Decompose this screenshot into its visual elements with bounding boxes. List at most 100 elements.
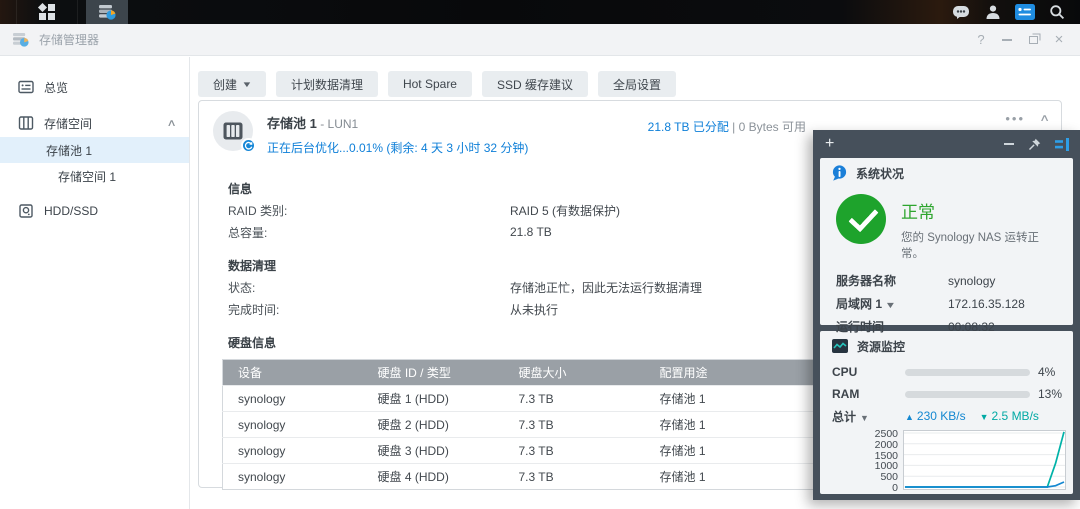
available-capacity: 0 Bytes 可用 [739, 120, 806, 134]
y-tick-label: 2500 [875, 429, 898, 439]
system-health-header[interactable]: 系统状况 [820, 158, 1073, 188]
health-message: 您的 Synology NAS 运转正常。 [901, 229, 1061, 261]
hot-spare-button[interactable]: Hot Spare [388, 71, 472, 97]
resource-monitor-header[interactable]: 资源监控 [820, 331, 1073, 361]
widgets-toggle-button[interactable] [1012, 0, 1038, 24]
column-header[interactable]: 设备 [223, 360, 363, 386]
taskbar-apps [0, 0, 128, 24]
sidebar-item-volume-1[interactable]: 存储空间 1 [0, 163, 189, 189]
pool-status-text: 正在后台优化...0.01% (剩余: 4 天 3 小时 32 分钟) [267, 139, 528, 156]
window-titlebar: 存储管理器 ? × [0, 24, 1080, 56]
upload-speed: ▲230 KB/s [905, 409, 966, 423]
taskbar [0, 0, 1080, 24]
sidebar-item-volumes[interactable]: 存储空间 ∧ [0, 109, 189, 137]
system-health-widget: 系统状况 正常 您的 Synology NAS 运转正常。 服务器名称 syno… [820, 158, 1073, 325]
global-settings-button[interactable]: 全局设置 [598, 71, 676, 97]
taskbar-tray [948, 0, 1080, 24]
volume-icon [18, 115, 34, 131]
chevron-up-icon[interactable]: ∧ [166, 118, 176, 129]
sidebar-item-storage-pool-1[interactable]: 存储池 1 [0, 137, 189, 163]
ram-percent: 13% [1038, 387, 1062, 401]
widgets-panel-icon [1015, 4, 1035, 20]
maximize-icon [1029, 36, 1038, 44]
sidebar-item-label: 存储空间 1 [58, 168, 116, 185]
y-tick-label: 1000 [875, 461, 898, 471]
cpu-meter-row: CPU 4% [820, 361, 1073, 383]
help-button[interactable]: ? [970, 30, 992, 50]
sidebar-item-label: HDD/SSD [44, 204, 98, 218]
close-button[interactable]: × [1048, 30, 1070, 50]
pool-title-block: 存储池 1 - LUN1 正在后台优化...0.01% (剩余: 4 天 3 小… [267, 111, 528, 163]
column-header[interactable]: 硬盘大小 [504, 360, 645, 386]
add-widget-button[interactable]: + [825, 136, 834, 152]
pool-capacity-summary: 21.8 TB 已分配 | 0 Bytes 可用 [648, 118, 806, 135]
widget-title: 资源监控 [857, 338, 905, 355]
minimize-icon [1004, 143, 1014, 145]
widget-minimize-button[interactable] [1004, 143, 1014, 145]
cpu-percent: 4% [1038, 365, 1055, 379]
pushpin-icon [1028, 138, 1041, 151]
toolbar: 创建 ▼ 计划数据清理 Hot Spare SSD 缓存建议 全局设置 [198, 71, 676, 97]
pin-panel-button[interactable] [1028, 138, 1041, 151]
y-tick-label: 2000 [875, 440, 898, 450]
window-controls: ? × [970, 30, 1070, 50]
chevron-down-icon: ▼ [885, 300, 897, 310]
health-row-server-name: 服务器名称 synology [820, 269, 1073, 292]
disk-icon [18, 203, 34, 219]
dock-right-icon [1055, 138, 1070, 151]
info-pin-icon [832, 165, 847, 182]
download-speed: ▼2.5 MB/s [980, 409, 1039, 423]
sidebar-item-label: 存储空间 [44, 115, 92, 132]
monitor-graph-icon [832, 339, 848, 353]
storage-manager-icon [98, 4, 116, 20]
dock-panel-button[interactable] [1055, 138, 1070, 151]
minimize-button[interactable] [996, 30, 1018, 50]
sync-badge-icon [241, 138, 256, 153]
storage-pool-icon [213, 111, 253, 151]
sidebar-item-label: 总览 [44, 79, 68, 96]
y-tick-label: 500 [880, 472, 898, 482]
column-header[interactable]: 硬盘 ID / 类型 [363, 360, 504, 386]
ssd-cache-advisor-button[interactable]: SSD 缓存建议 [482, 71, 588, 97]
search-button[interactable] [1044, 0, 1070, 24]
user-menu-button[interactable] [980, 0, 1006, 24]
pool-subtitle: - LUN1 [320, 117, 358, 131]
maximize-button[interactable] [1022, 30, 1044, 50]
chart-y-axis: 25002000150010005000 [820, 430, 903, 490]
chart-plot-area [903, 430, 1066, 490]
minimize-icon [1002, 39, 1012, 41]
y-tick-label: 1500 [875, 451, 898, 461]
sidebar-item-hdd-ssd[interactable]: HDD/SSD [0, 197, 189, 225]
notifications-button[interactable] [948, 0, 974, 24]
scheduled-scrub-button[interactable]: 计划数据清理 [276, 71, 378, 97]
allocated-capacity: 21.8 TB 已分配 [648, 120, 729, 134]
widget-panel-header: + [813, 130, 1080, 158]
main-menu-button[interactable] [16, 0, 78, 24]
create-button[interactable]: 创建 ▼ [198, 71, 266, 97]
overview-icon [18, 79, 34, 95]
more-actions-icon[interactable]: ••• [1005, 111, 1025, 126]
widget-panel-body: 系统状况 正常 您的 Synology NAS 运转正常。 服务器名称 syno… [813, 158, 1080, 494]
storage-manager-icon [12, 32, 29, 47]
widget-panel: + [813, 130, 1080, 500]
y-tick-label: 0 [892, 483, 898, 493]
sidebar: 总览 存储空间 ∧ 存储池 1 存储空间 1 [0, 57, 190, 509]
sidebar-item-overview[interactable]: 总览 [0, 73, 189, 101]
magnifier-icon [1049, 4, 1065, 20]
network-total-row: 总计▼ ▲230 KB/s ▼2.5 MB/s [820, 405, 1073, 427]
chevron-down-icon: ▼ [860, 413, 869, 423]
collapse-chevron-icon[interactable]: ∧ [1039, 113, 1050, 124]
arrow-up-icon: ▲ [905, 412, 914, 422]
cpu-meter [905, 369, 1030, 376]
network-traffic-chart: 25002000150010005000 [820, 430, 1073, 490]
ram-meter-row: RAM 13% [820, 383, 1073, 405]
ram-meter [905, 391, 1030, 398]
health-row-lan: 局域网 1▼ 172.16.35.128 [820, 292, 1073, 315]
arrow-down-icon: ▼ [980, 412, 989, 422]
pool-name: 存储池 1 [267, 116, 317, 131]
health-check-icon [836, 194, 886, 244]
grid-menu-icon [39, 4, 55, 20]
taskbar-storage-manager-button[interactable] [86, 0, 128, 24]
person-icon [985, 4, 1001, 20]
widget-title: 系统状况 [856, 165, 904, 182]
